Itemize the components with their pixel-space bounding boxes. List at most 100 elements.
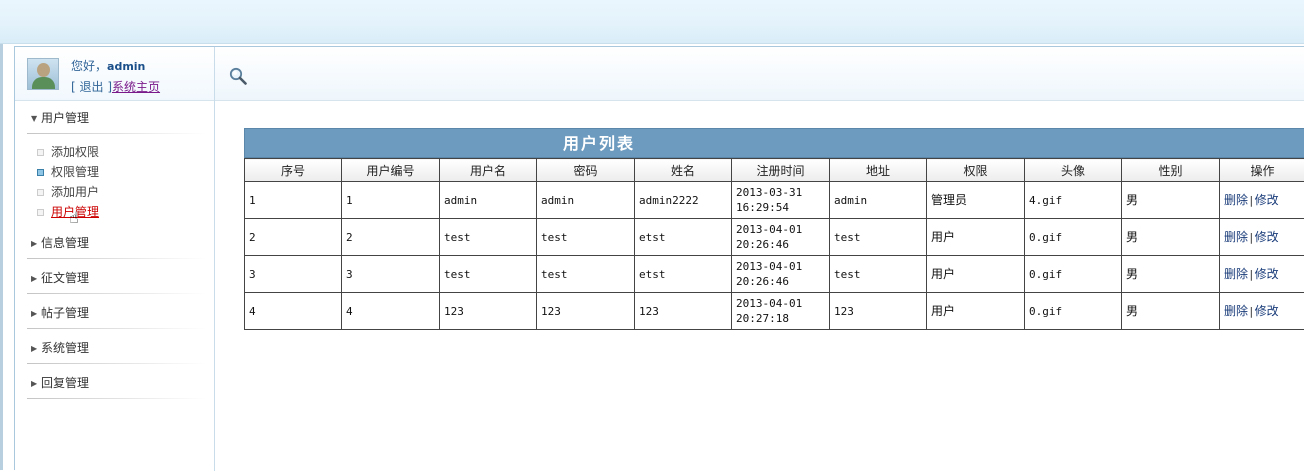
window-left-edge xyxy=(0,44,3,470)
register-date: 2013-04-01 xyxy=(736,223,802,236)
bullet-icon xyxy=(37,169,44,176)
edit-link[interactable]: 修改 xyxy=(1255,267,1279,281)
app-frame: 您好，admin [ 退出 ]系统主页 ▼用户管理 添加权限 权限管理 添加用户 xyxy=(14,46,1304,470)
register-date: 2013-04-01 xyxy=(736,297,802,310)
cell-password: test xyxy=(537,256,635,293)
cell-role: 用户 xyxy=(927,219,1025,256)
cell-actions: 删除|修改 xyxy=(1220,293,1304,330)
cell-password: admin xyxy=(537,182,635,219)
cell-seq: 2 xyxy=(245,219,342,256)
delete-link[interactable]: 删除 xyxy=(1224,230,1248,244)
header-role: 权限 xyxy=(927,159,1025,182)
table-title: 用户列表 xyxy=(244,128,1304,158)
cell-username: test xyxy=(440,256,537,293)
edit-link[interactable]: 修改 xyxy=(1255,304,1279,318)
menu-group-reply: ▶回复管理 xyxy=(15,366,214,401)
header-username: 用户名 xyxy=(440,159,537,182)
cell-avatar: 0.gif xyxy=(1025,256,1122,293)
register-clock: 16:29:54 xyxy=(736,201,789,214)
menu-group-title-post[interactable]: ▶帖子管理 xyxy=(15,296,214,331)
cell-user-id: 4 xyxy=(342,293,440,330)
cell-name: etst xyxy=(635,256,732,293)
cell-register-time: 2013-04-0120:26:46 xyxy=(732,219,830,256)
caret-right-icon: ▶ xyxy=(31,261,41,296)
menu-group-label: 帖子管理 xyxy=(41,306,89,320)
register-clock: 20:27:18 xyxy=(736,312,789,325)
action-separator: | xyxy=(1248,268,1255,281)
user-table: 序号 用户编号 用户名 密码 姓名 注册时间 地址 权限 头像 性别 操作 xyxy=(244,158,1304,330)
cell-avatar: 0.gif xyxy=(1025,219,1122,256)
cell-seq: 3 xyxy=(245,256,342,293)
cell-actions: 删除|修改 xyxy=(1220,182,1304,219)
menu-group-label: 征文管理 xyxy=(41,271,89,285)
cell-seq: 4 xyxy=(245,293,342,330)
cell-gender: 男 xyxy=(1122,293,1220,330)
bullet-icon xyxy=(37,149,44,156)
cell-username: 123 xyxy=(440,293,537,330)
sidebar-item-add-permission[interactable]: 添加权限 xyxy=(15,142,214,162)
user-list-panel: 用户列表 序号 用户编号 用户名 密码 姓名 注册时间 地址 xyxy=(244,128,1304,330)
menu-group-system: ▶系统管理 xyxy=(15,331,214,366)
edit-link[interactable]: 修改 xyxy=(1255,230,1279,244)
sidebar-item-permission-management[interactable]: 权限管理 xyxy=(15,162,214,182)
table-row: 2 2 test test etst 2013-04-0120:26:46 te… xyxy=(245,219,1304,256)
caret-right-icon: ▶ xyxy=(31,331,41,366)
caret-down-icon: ▼ xyxy=(31,101,41,136)
cell-seq: 1 xyxy=(245,182,342,219)
action-separator: | xyxy=(1248,194,1255,207)
menu-group-info: ▶信息管理 xyxy=(15,226,214,261)
delete-link[interactable]: 删除 xyxy=(1224,304,1248,318)
cell-name: etst xyxy=(635,219,732,256)
register-clock: 20:26:46 xyxy=(736,275,789,288)
header-actions: 操作 xyxy=(1220,159,1304,182)
cell-username: test xyxy=(440,219,537,256)
cell-actions: 删除|修改 xyxy=(1220,256,1304,293)
caret-right-icon: ▶ xyxy=(31,366,41,401)
cell-register-time: 2013-03-31 16:29:54 xyxy=(732,182,830,219)
cell-name: 123 xyxy=(635,293,732,330)
cell-actions: 删除|修改 xyxy=(1220,219,1304,256)
menu-group-title-info[interactable]: ▶信息管理 xyxy=(15,226,214,261)
sidebar-item-label: 添加用户 xyxy=(51,185,99,199)
edit-link[interactable]: 修改 xyxy=(1255,193,1279,207)
search-icon[interactable] xyxy=(229,67,247,85)
header-avatar: 头像 xyxy=(1025,159,1122,182)
logout-link[interactable]: 退出 xyxy=(80,80,104,94)
sidebar-item-add-user[interactable]: 添加用户 xyxy=(15,182,214,202)
menu-group-post: ▶帖子管理 xyxy=(15,296,214,331)
action-separator: | xyxy=(1248,231,1255,244)
cell-register-time: 2013-04-01 20:27:18 xyxy=(732,293,830,330)
sidebar-item-label: 权限管理 xyxy=(51,165,99,179)
cell-user-id: 2 xyxy=(342,219,440,256)
register-date: 2013-04-01 xyxy=(736,260,802,273)
menu-group-title-user[interactable]: ▼用户管理 xyxy=(15,101,214,136)
menu-group-label: 系统管理 xyxy=(41,341,89,355)
table-header-row: 序号 用户编号 用户名 密码 姓名 注册时间 地址 权限 头像 性别 操作 xyxy=(245,159,1304,182)
delete-link[interactable]: 删除 xyxy=(1224,193,1248,207)
cell-register-time: 2013-04-01 20:26:46 xyxy=(732,256,830,293)
cell-name: admin2222 xyxy=(635,182,732,219)
greeting-text: 您好， xyxy=(71,59,107,73)
home-link[interactable]: 系统主页 xyxy=(112,80,160,94)
avatar-body-icon xyxy=(32,77,55,90)
delete-link[interactable]: 删除 xyxy=(1224,267,1248,281)
menu-group-title-system[interactable]: ▶系统管理 xyxy=(15,331,214,366)
menu-group-title-reply[interactable]: ▶回复管理 xyxy=(15,366,214,401)
user-links: [ 退出 ]系统主页 xyxy=(71,78,160,95)
menu-group-title-essay[interactable]: ▶征文管理 xyxy=(15,261,214,296)
main-content: 用户列表 序号 用户编号 用户名 密码 姓名 注册时间 地址 xyxy=(215,47,1304,471)
logout-bracket-open: [ xyxy=(71,80,80,94)
logout-bracket-close: ] xyxy=(104,80,113,94)
cell-password: test xyxy=(537,219,635,256)
cell-username: admin xyxy=(440,182,537,219)
menu-group-label: 回复管理 xyxy=(41,376,89,390)
cell-password: 123 xyxy=(537,293,635,330)
cell-gender: 男 xyxy=(1122,256,1220,293)
sidebar-item-user-management[interactable]: 用户管理 ☝ xyxy=(15,202,214,222)
top-banner xyxy=(0,0,1304,44)
menu-group-essay: ▶征文管理 xyxy=(15,261,214,296)
header-name: 姓名 xyxy=(635,159,732,182)
register-date: 2013-03-31 xyxy=(736,186,802,199)
user-info-box: 您好，admin [ 退出 ]系统主页 xyxy=(15,47,214,101)
greeting: 您好，admin xyxy=(71,57,145,74)
